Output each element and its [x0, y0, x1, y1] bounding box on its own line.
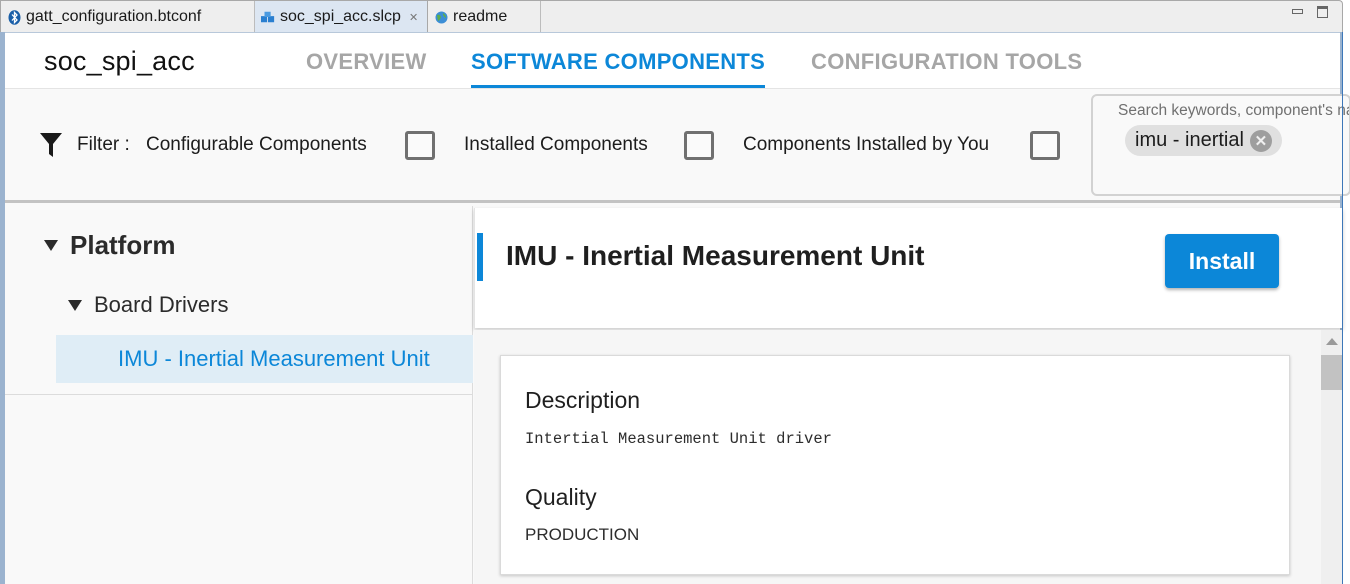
tree-node-label: Platform	[70, 230, 176, 260]
component-info-card: Description Intertial Measurement Unit d…	[500, 355, 1290, 575]
component-detail-header: IMU - Inertial Measurement Unit Install	[474, 208, 1343, 328]
installed-by-you-label: Components Installed by You	[743, 134, 990, 155]
project-header: soc_spi_acc OVERVIEW SOFTWARE COMPONENTS…	[5, 32, 1340, 89]
close-tab-icon[interactable]: ✕	[409, 11, 418, 24]
editor-tab-readme[interactable]: readme	[428, 1, 541, 33]
editor-tab-label: readme	[453, 8, 508, 25]
tree-node-label: Board Drivers	[94, 292, 229, 317]
search-placeholder: Search keywords, component's name	[1118, 102, 1349, 119]
minimize-icon[interactable]	[1292, 9, 1303, 14]
detail-scrollbar[interactable]	[1321, 330, 1343, 584]
tab-overview[interactable]: OVERVIEW	[306, 49, 427, 88]
maximize-icon[interactable]	[1317, 6, 1328, 18]
editor-tab-bar: gatt_configuration.btconf soc_spi_acc.sl…	[0, 0, 1343, 33]
tree-item-imu[interactable]: IMU - Inertial Measurement Unit	[56, 335, 473, 383]
installed-components-checkbox[interactable]	[684, 131, 714, 160]
install-button[interactable]: Install	[1165, 234, 1279, 288]
expand-triangle-icon[interactable]	[44, 240, 58, 251]
tree-node-platform[interactable]: Platform	[44, 230, 175, 261]
configurable-components-checkbox[interactable]	[405, 131, 435, 160]
quality-heading: Quality	[525, 484, 597, 510]
search-input[interactable]: Search keywords, component's name imu - …	[1091, 94, 1350, 196]
component-tree: Platform Board Drivers IMU - Inertial Me…	[5, 206, 473, 584]
project-name: soc_spi_acc	[44, 46, 195, 76]
tab-configuration-tools[interactable]: CONFIGURATION TOOLS	[811, 49, 1082, 88]
scroll-up-arrow-icon[interactable]	[1326, 338, 1338, 345]
tab-software-components[interactable]: SOFTWARE COMPONENTS	[471, 49, 766, 88]
tree-item-label: IMU - Inertial Measurement Unit	[118, 346, 430, 371]
components-icon	[261, 10, 275, 24]
configurable-components-label: Configurable Components	[146, 134, 367, 155]
filter-label: Filter :	[77, 134, 130, 155]
component-title: IMU - Inertial Measurement Unit	[506, 240, 925, 271]
editor-tab-gatt-configuration[interactable]: gatt_configuration.btconf	[1, 1, 255, 33]
installed-components-label: Installed Components	[464, 134, 648, 155]
search-chip-label: imu - inertial	[1135, 129, 1244, 151]
search-chip: imu - inertial ✕	[1125, 125, 1282, 156]
editor-content: soc_spi_acc OVERVIEW SOFTWARE COMPONENTS…	[0, 32, 1350, 584]
expand-triangle-icon[interactable]	[68, 299, 82, 311]
remove-chip-icon[interactable]: ✕	[1249, 129, 1272, 152]
installed-by-you-checkbox[interactable]	[1030, 131, 1060, 160]
component-detail-body: Description Intertial Measurement Unit d…	[474, 330, 1343, 584]
editor-tab-soc-spi-acc[interactable]: soc_spi_acc.slcp ✕	[255, 1, 428, 33]
description-text: Intertial Measurement Unit driver	[525, 430, 832, 448]
filter-icon	[40, 133, 62, 157]
title-accent-bar	[477, 233, 483, 281]
filter-bar: Filter : Configurable Components Install…	[5, 89, 1350, 203]
editor-tab-label: soc_spi_acc.slcp	[280, 8, 401, 25]
editor-tab-label: gatt_configuration.btconf	[26, 8, 202, 25]
tree-node-board-drivers[interactable]: Board Drivers	[68, 292, 228, 318]
scrollbar-thumb[interactable]	[1321, 355, 1343, 390]
tree-divider	[5, 394, 473, 395]
globe-icon	[434, 10, 448, 24]
window-controls	[1292, 6, 1328, 18]
bluetooth-icon	[7, 9, 21, 25]
quality-value: PRODUCTION	[525, 525, 640, 544]
description-heading: Description	[525, 387, 641, 413]
